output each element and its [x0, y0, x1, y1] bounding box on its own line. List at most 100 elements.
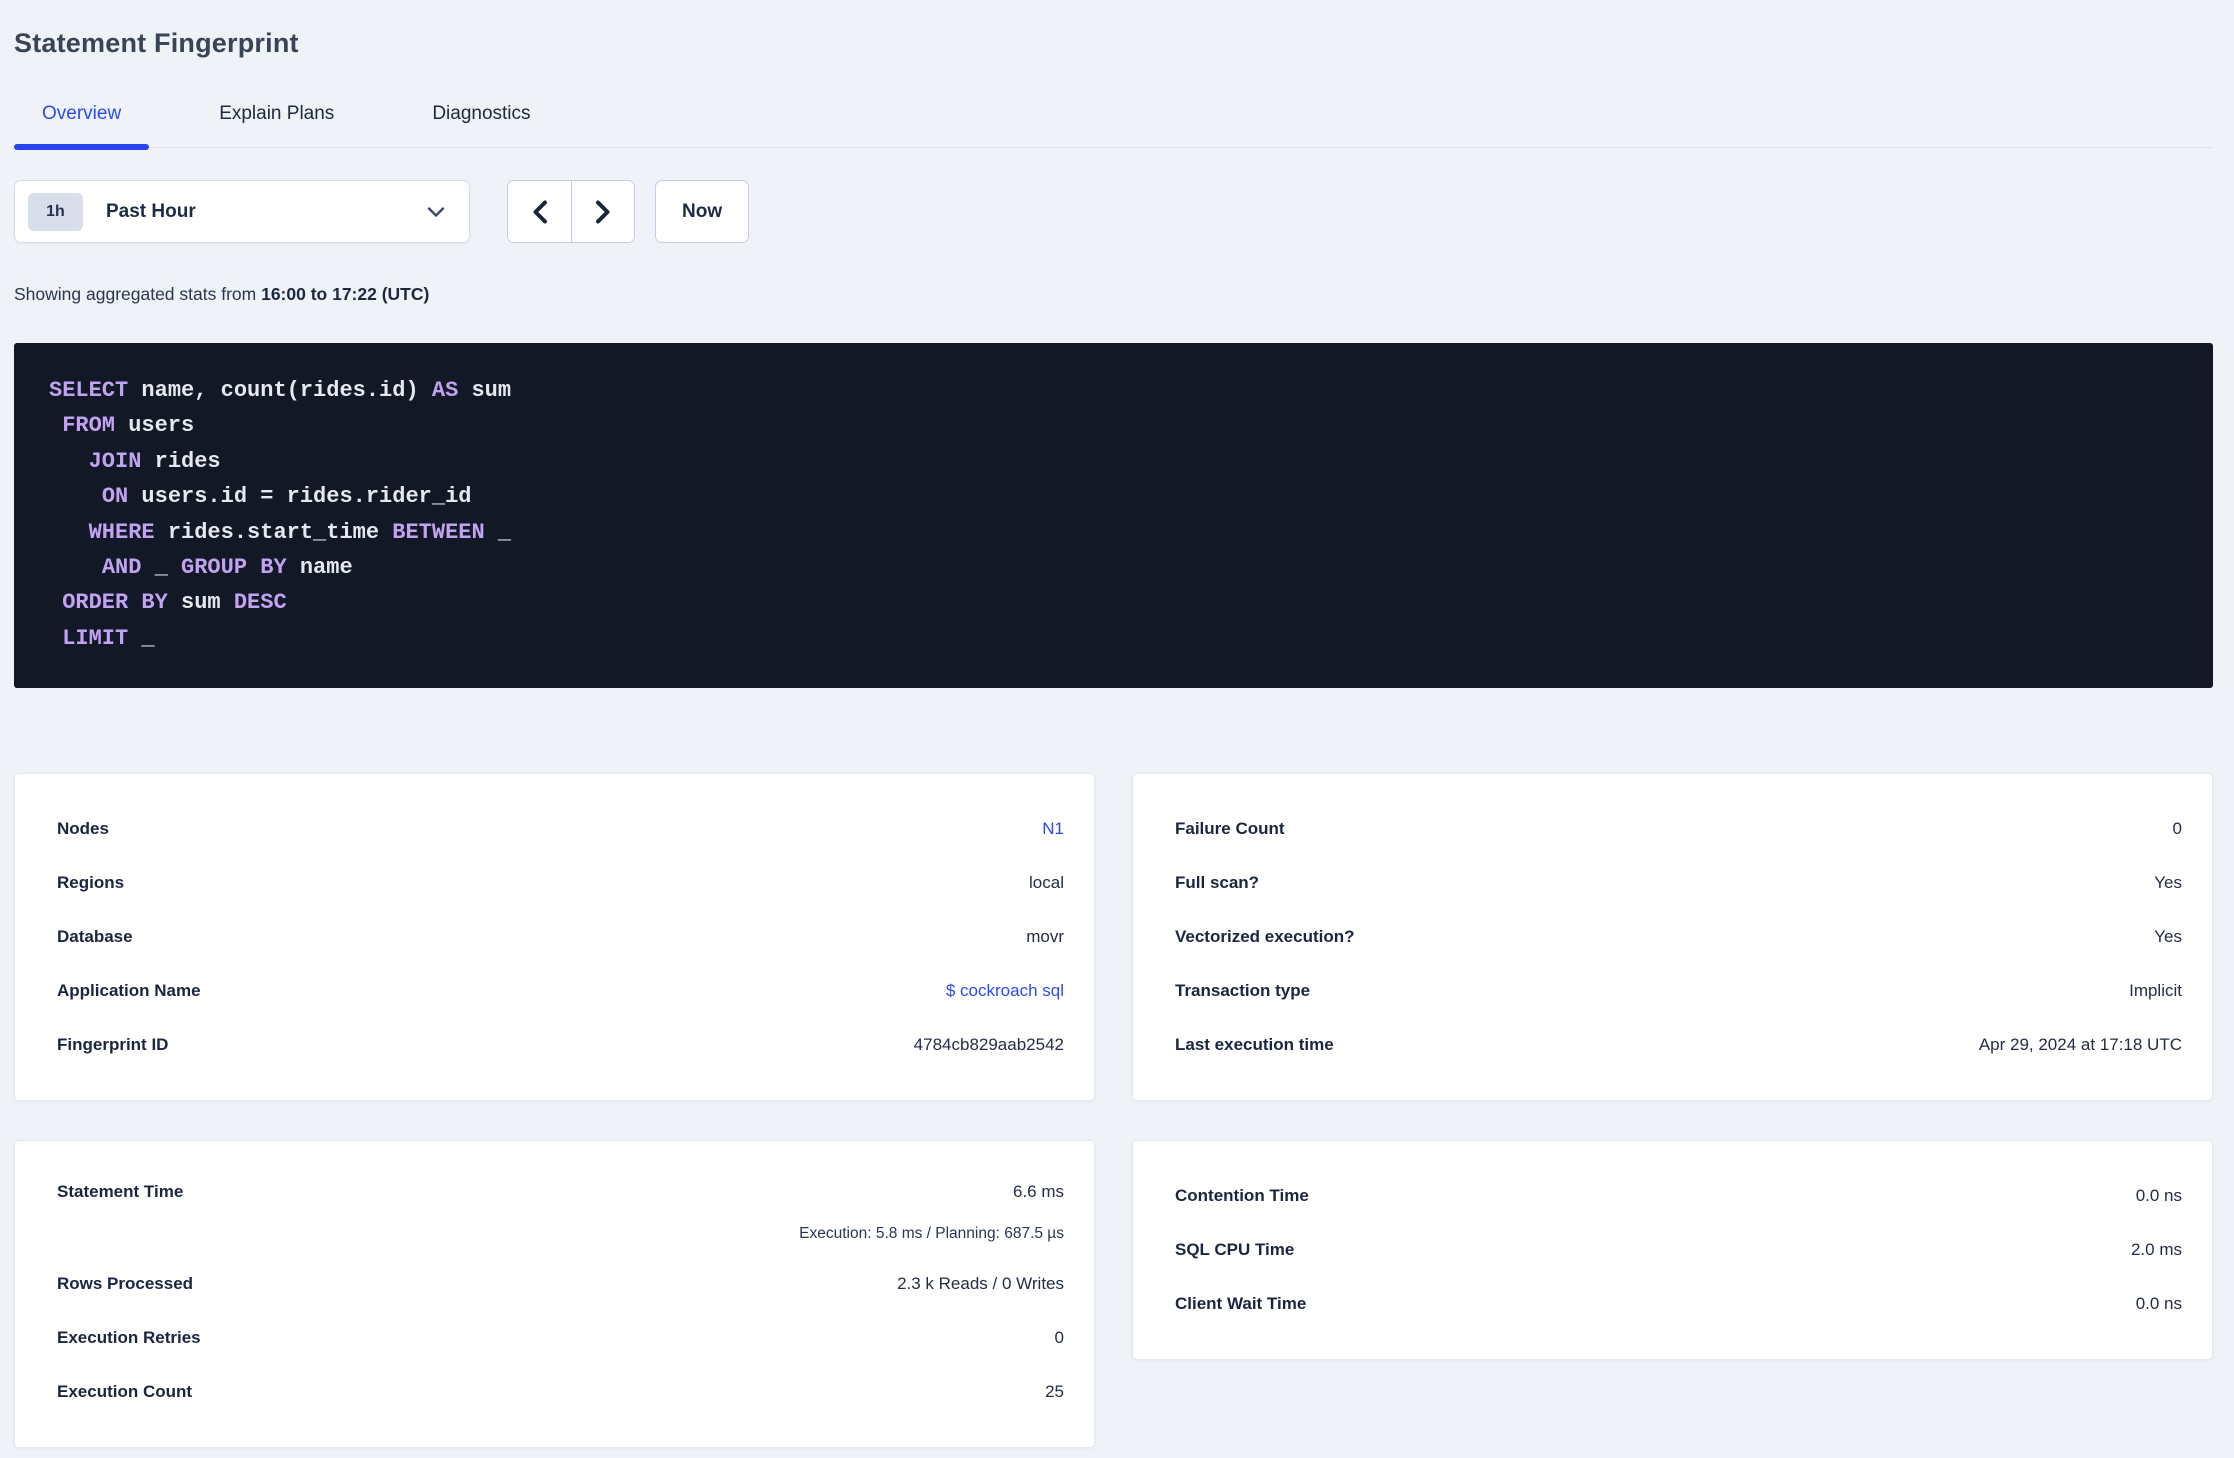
stat-value: 4784cb829aab2542 [913, 1035, 1064, 1054]
sql-text: users.id = rides.rider_id [128, 484, 472, 510]
sql-keyword: WHERE [88, 519, 155, 545]
stat-row-database: Database movr [57, 910, 1064, 964]
card-overview-meta: Nodes N1 Regions local Database movr Applicati… [14, 773, 1095, 1101]
sql-text: rides.start_time [154, 519, 393, 545]
stat-value-link[interactable]: N1 [1042, 819, 1064, 839]
stat-row-application-name: Application Name $ cockroach sql [57, 964, 1064, 1018]
stat-label: Failure Count [1175, 819, 1285, 838]
stat-row-last-execution-time: Last execution time Apr 29, 2024 at 17:18… [1175, 1018, 2182, 1072]
stat-row-rows-processed: Rows Processed 2.3 k Reads / 0 Writes [57, 1257, 1064, 1311]
stat-value: Yes [2154, 873, 2182, 892]
stat-label: Application Name [57, 981, 201, 1000]
stat-label: Last execution time [1175, 1035, 1334, 1054]
stat-value: 0.0 ns [2135, 1294, 2182, 1313]
stat-row-execution-retries: Execution Retries 0 [57, 1311, 1064, 1365]
card-statement-stats: Statement Time 6.6 ms Execution: 5.8 ms / … [14, 1140, 1095, 1448]
stat-value: 2.0 ms [2130, 1240, 2182, 1259]
sql-line: SELECT name, count(rides.id) AS sum [49, 373, 2183, 408]
stat-value: 0.0 ns [2135, 1186, 2182, 1205]
tab-label: Diagnostics [432, 103, 531, 124]
sql-text: _ [484, 519, 512, 545]
time-range-controls: 1h Past Hour Now [14, 180, 2213, 243]
sql-text: name, count(rides.id) [128, 378, 432, 403]
sql-keyword: JOIN [88, 448, 142, 474]
stat-label: Contention Time [1175, 1186, 1309, 1205]
sql-text: rides [141, 448, 221, 474]
tab-explain-plans[interactable]: Explain Plans [191, 93, 362, 147]
aggregated-stats-range: 16:00 to 17:22 (UTC) [261, 284, 430, 304]
chevron-right-icon [595, 200, 611, 224]
stat-value: 6.6 ms [1012, 1182, 1064, 1201]
sql-statement-box: SELECT name, count(rides.id) AS sum FROM… [14, 343, 2213, 688]
sql-text: sum [458, 378, 512, 403]
stat-value: Implicit [2129, 981, 2182, 1000]
stat-row-statement-time: Statement Time 6.6 ms Execution: 5.8 ms / … [57, 1169, 1064, 1257]
stat-label: Vectorized execution? [1175, 927, 1355, 946]
sql-line: AND _ GROUP BY name [49, 550, 2183, 585]
summary-cards-grid: Nodes N1 Regions local Database movr Applicati… [14, 773, 2213, 1448]
statement-fingerprint-page: Statement Fingerprint Overview Explain Pl… [0, 0, 2234, 1448]
time-range-label: Past Hour [106, 200, 196, 222]
sql-line: ORDER BY sum DESC [49, 585, 2183, 620]
sql-keyword: GROUP BY [181, 555, 287, 581]
previous-interval-button[interactable] [508, 181, 571, 242]
tab-diagnostics[interactable]: Diagnostics [404, 93, 558, 147]
card-execution-attributes: Failure Count 0 Full scan? Yes Vectorized ex… [1132, 773, 2213, 1101]
sql-keyword: AS [431, 378, 459, 403]
aggregated-stats-prefix: Showing aggregated stats from [14, 284, 262, 304]
sql-text: _ [128, 625, 155, 651]
stat-row-regions: Regions local [57, 856, 1064, 910]
tab-label: Explain Plans [219, 103, 335, 124]
stat-row-sql-cpu-time: SQL CPU Time 2.0 ms [1175, 1223, 2182, 1277]
stat-label: Nodes [57, 819, 109, 838]
stat-label: Statement Time [57, 1182, 184, 1201]
stat-label: Database [57, 927, 133, 946]
sql-text: sum [167, 590, 234, 616]
stat-label: Regions [57, 873, 125, 892]
chevron-down-icon [427, 206, 445, 218]
sql-keyword: AND [101, 555, 142, 581]
tab-bar: Overview Explain Plans Diagnostics [14, 93, 2213, 150]
sql-line: FROM users [49, 408, 2183, 443]
time-range-dropdown[interactable]: 1h Past Hour [14, 180, 470, 243]
sql-line: WHERE rides.start_time BETWEEN _ [49, 515, 2183, 550]
stat-value: local [1029, 873, 1064, 892]
page-title: Statement Fingerprint [14, 28, 299, 58]
next-interval-button[interactable] [571, 181, 634, 242]
sql-line: JOIN rides [49, 444, 2183, 479]
stat-value: Yes [2154, 927, 2182, 946]
stat-label: Rows Processed [57, 1274, 194, 1293]
tab-overview[interactable]: Overview [14, 93, 150, 150]
sql-keyword: BETWEEN [392, 519, 485, 545]
aggregated-stats-text: Showing aggregated stats from 16:00 to 1… [14, 284, 2213, 305]
sql-keyword: SELECT [49, 378, 129, 403]
stat-row-client-wait-time: Client Wait Time 0.0 ns [1175, 1277, 2182, 1331]
stat-value: 2.3 k Reads / 0 Writes [897, 1274, 1064, 1293]
stat-label: Execution Count [57, 1382, 193, 1401]
stat-row-failure-count: Failure Count 0 [1175, 802, 2182, 856]
sql-keyword: ON [101, 484, 129, 510]
stat-subvalue: Execution: 5.8 ms / Planning: 687.5 µs [799, 1225, 1064, 1242]
stat-row-full-scan: Full scan? Yes [1175, 856, 2182, 910]
sql-keyword: FROM [62, 413, 116, 439]
stat-label: Execution Retries [57, 1328, 201, 1347]
stat-value: 25 [1045, 1382, 1064, 1401]
stat-label: Transaction type [1175, 981, 1311, 1000]
now-button[interactable]: Now [655, 180, 750, 243]
time-step-button-group [507, 180, 635, 243]
stat-value: Apr 29, 2024 at 17:18 UTC [1978, 1035, 2182, 1054]
stat-row-vectorized-execution: Vectorized execution? Yes [1175, 910, 2182, 964]
stat-value: movr [1026, 927, 1064, 946]
sql-line: LIMIT _ [49, 621, 2183, 656]
active-tab-underline [14, 144, 150, 150]
stat-value-link[interactable]: $ cockroach sql [946, 981, 1064, 1001]
stat-row-execution-count: Execution Count 25 [57, 1365, 1064, 1419]
stat-row-fingerprint-id: Fingerprint ID 4784cb829aab2542 [57, 1018, 1064, 1072]
